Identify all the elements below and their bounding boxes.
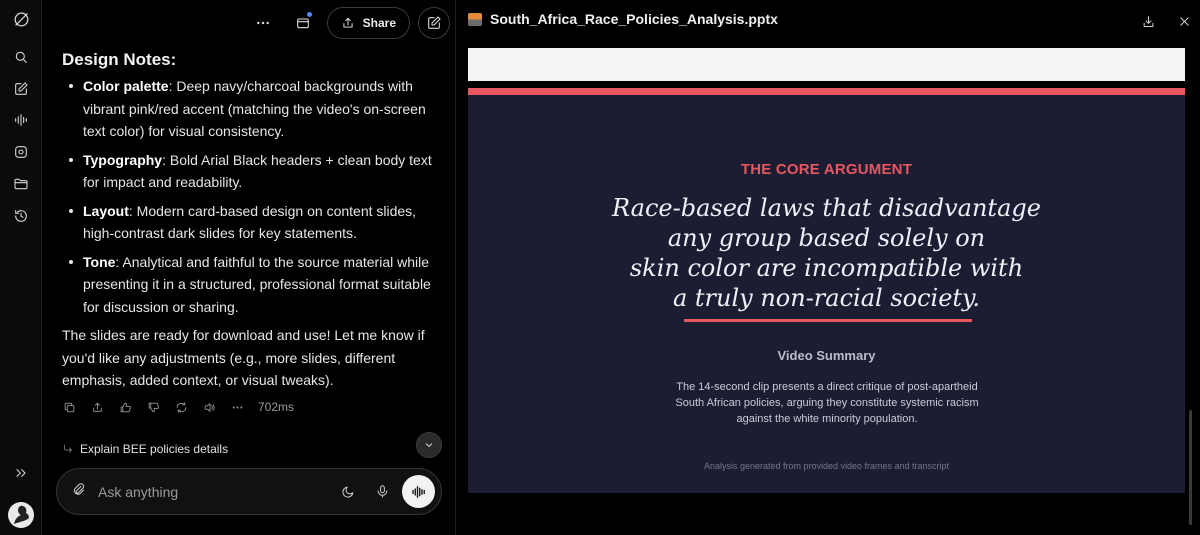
download-icon[interactable]	[1140, 13, 1156, 29]
slide-footer: Analysis generated from provided video f…	[703, 461, 950, 471]
expand-icon[interactable]	[11, 463, 31, 483]
export-icon[interactable]	[90, 400, 104, 414]
microphone-icon[interactable]	[368, 478, 396, 506]
discover-icon[interactable]	[11, 142, 31, 162]
workspace-button[interactable]	[287, 7, 319, 39]
followup-label: Explain BEE policies details	[80, 442, 229, 456]
share-button[interactable]: Share	[326, 7, 410, 39]
slide: THE CORE ARGUMENT Race-based laws that d…	[468, 88, 1185, 493]
close-icon[interactable]	[1176, 13, 1192, 29]
response-time: 702ms	[258, 400, 295, 414]
scroll-down-button[interactable]	[416, 432, 442, 458]
bullet-term: Typography	[83, 151, 163, 168]
chat-input[interactable]	[98, 483, 334, 500]
chat-toolbar: Share	[247, 7, 450, 39]
bullet-term: Tone	[83, 253, 116, 270]
bullet-text: : Analytical and faithful to the source …	[83, 253, 431, 315]
list-item: Tone: Analytical and faithful to the sou…	[62, 251, 442, 319]
message-actions: 702ms	[62, 400, 294, 414]
design-notes-list: Color palette: Deep navy/charcoal backgr…	[62, 75, 442, 318]
pptx-file-icon	[468, 12, 482, 26]
read-aloud-icon[interactable]	[202, 400, 216, 414]
composer	[56, 468, 442, 515]
bullet-term: Layout	[83, 202, 129, 219]
slide-divider	[684, 319, 972, 322]
file-preview-panel: South_Africa_Race_Policies_Analysis.pptx…	[456, 0, 1200, 535]
logo-icon[interactable]	[11, 9, 31, 29]
slide-body: The 14-second clip presents a direct cri…	[675, 381, 979, 425]
preview-scrollbar[interactable]	[1189, 410, 1192, 525]
list-item: Color palette: Deep navy/charcoal backgr…	[62, 75, 442, 143]
voice-mode-button[interactable]	[402, 475, 435, 508]
previous-slide-edge	[468, 48, 1185, 81]
file-name: South_Africa_Race_Policies_Analysis.pptx	[490, 11, 778, 27]
voice-icon[interactable]	[11, 110, 31, 130]
list-item: Typography: Bold Arial Black headers + c…	[62, 149, 442, 194]
attach-icon[interactable]	[71, 482, 86, 502]
new-chat-button[interactable]	[418, 7, 450, 39]
copy-icon[interactable]	[62, 400, 76, 414]
assistant-message: Design Notes: Color palette: Deep navy/c…	[62, 50, 442, 392]
new-chat-icon	[428, 16, 441, 29]
thumbs-down-icon[interactable]	[146, 400, 160, 414]
slide-kicker: THE CORE ARGUMENT	[740, 161, 913, 178]
waveform-icon	[411, 485, 425, 498]
thumbs-up-icon[interactable]	[118, 400, 132, 414]
regenerate-icon[interactable]	[174, 400, 188, 414]
more-options-button[interactable]	[247, 7, 279, 39]
slide-quote: Race-based laws that disadvantage any gro…	[612, 194, 1041, 312]
bullet-term: Color palette	[83, 78, 169, 94]
edit-icon[interactable]	[11, 79, 31, 99]
slide-accent-bar	[468, 88, 1185, 95]
message-heading: Design Notes:	[62, 50, 177, 69]
chevron-down-icon	[425, 443, 433, 448]
avatar[interactable]	[8, 502, 34, 528]
think-mode-icon[interactable]	[334, 478, 362, 506]
left-rail	[0, 0, 42, 535]
reply-arrow-icon	[64, 444, 72, 453]
closing-paragraph: The slides are ready for download and us…	[62, 327, 425, 388]
bullet-text: : Modern card-based design on content sl…	[83, 202, 417, 242]
list-item: Layout: Modern card-based design on cont…	[62, 200, 442, 245]
search-icon[interactable]	[11, 47, 31, 67]
slide-subheading: Video Summary	[777, 348, 876, 363]
share-label: Share	[362, 16, 396, 30]
more-icon[interactable]	[230, 400, 244, 414]
history-icon[interactable]	[11, 206, 31, 226]
share-icon	[343, 17, 353, 28]
chat-panel: Share Design Notes: Color palette: Deep …	[42, 0, 494, 535]
followup-suggestion[interactable]: Explain BEE policies details	[62, 442, 228, 456]
notification-dot	[306, 12, 312, 17]
preview-header: South_Africa_Race_Policies_Analysis.pptx	[468, 11, 778, 27]
folder-icon[interactable]	[11, 174, 31, 194]
preview-actions	[1140, 13, 1192, 29]
